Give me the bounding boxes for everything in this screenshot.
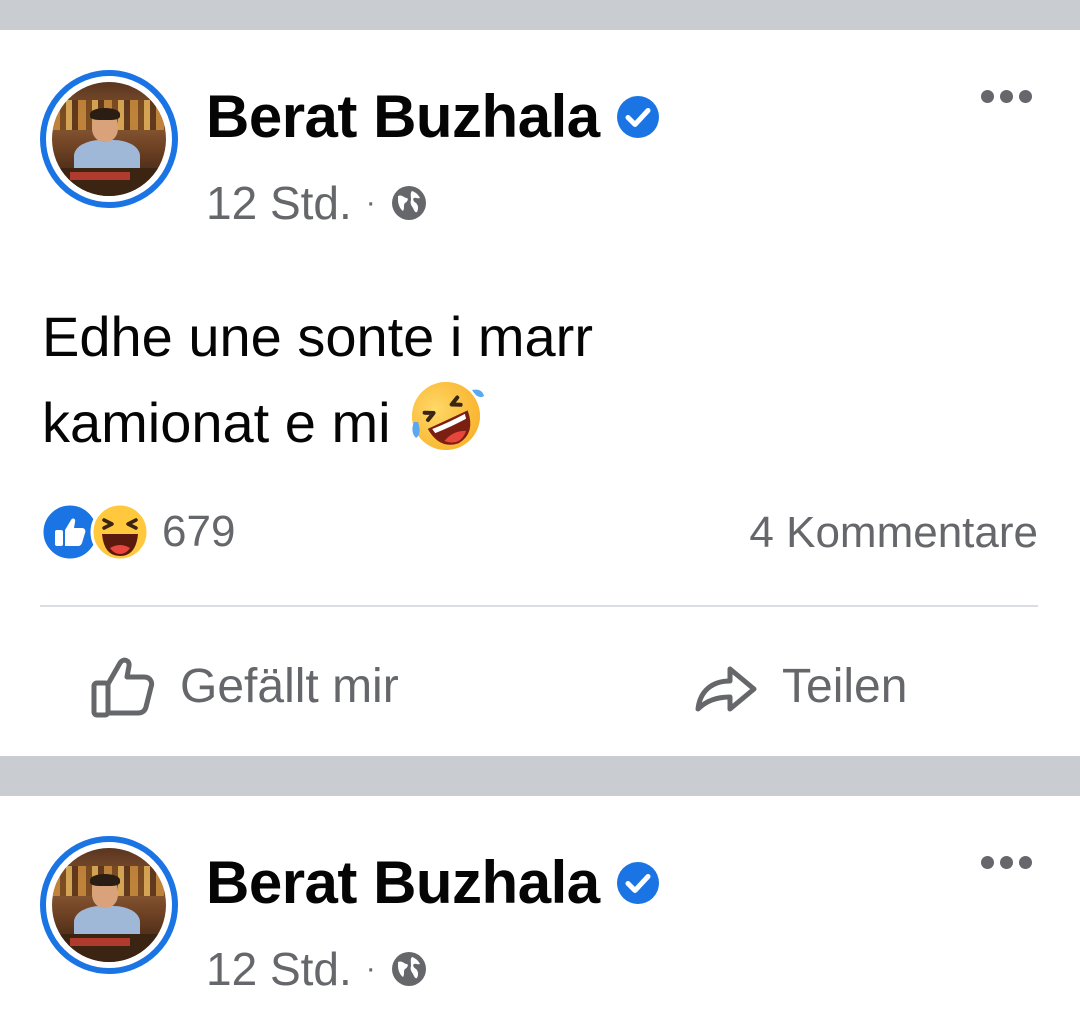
like-button[interactable]: Gefällt mir (88, 650, 399, 722)
haha-reaction-icon (90, 502, 150, 562)
actions-divider (40, 605, 1038, 607)
post-meta: 12 Std. · (206, 176, 428, 230)
comments-count-link[interactable]: 4 Kommentare (749, 508, 1038, 558)
reactions-summary[interactable]: 679 (40, 502, 235, 562)
dot-icon (981, 90, 994, 103)
dot-icon (1000, 856, 1013, 869)
post-time[interactable]: 12 Std. (206, 176, 352, 230)
author-name-text[interactable]: Berat Buzhala (206, 848, 600, 917)
avatar-photo (52, 82, 166, 196)
author-avatar[interactable] (40, 836, 178, 974)
rofl-emoji-icon (412, 382, 485, 450)
feed-separator (0, 756, 1080, 796)
globe-icon (391, 186, 426, 220)
verified-badge-icon (616, 95, 659, 138)
globe-icon (391, 952, 426, 986)
post-text: Edhe une sonte i marr kamionat e mi (42, 298, 1042, 462)
dot-icon (981, 856, 994, 869)
meta-separator: · (365, 952, 376, 985)
post-card: Berat Buzhala 12 Std. · (0, 796, 1080, 1024)
more-options-button[interactable] (975, 84, 1038, 109)
author-name-text[interactable]: Berat Buzhala (206, 82, 600, 151)
post-text-line-2-text: kamionat e mi (42, 391, 391, 454)
meta-separator: · (365, 186, 376, 219)
share-button[interactable]: Teilen (690, 650, 907, 722)
post-time[interactable]: 12 Std. (206, 942, 352, 996)
dot-icon (1019, 90, 1032, 103)
post-meta: 12 Std. · (206, 942, 428, 996)
feed-separator-top (0, 0, 1080, 30)
author-name[interactable]: Berat Buzhala (206, 82, 660, 151)
more-options-button[interactable] (975, 850, 1038, 875)
avatar-photo (52, 848, 166, 962)
verified-badge-icon (616, 861, 659, 904)
dot-icon (1000, 90, 1013, 103)
dot-icon (1019, 856, 1032, 869)
post-card: Berat Buzhala 12 Std. · Edhe une sonte i… (0, 30, 1080, 756)
share-arrow-icon (695, 666, 757, 712)
author-name[interactable]: Berat Buzhala (206, 848, 660, 917)
author-avatar[interactable] (40, 70, 178, 208)
reaction-count[interactable]: 679 (162, 507, 235, 557)
thumbs-up-icon (91, 657, 155, 718)
post-text-line-1: Edhe une sonte i marr (42, 305, 593, 368)
share-button-label: Teilen (782, 659, 908, 713)
post-text-line-2: kamionat e mi (42, 376, 1042, 462)
like-button-label: Gefällt mir (180, 659, 399, 713)
